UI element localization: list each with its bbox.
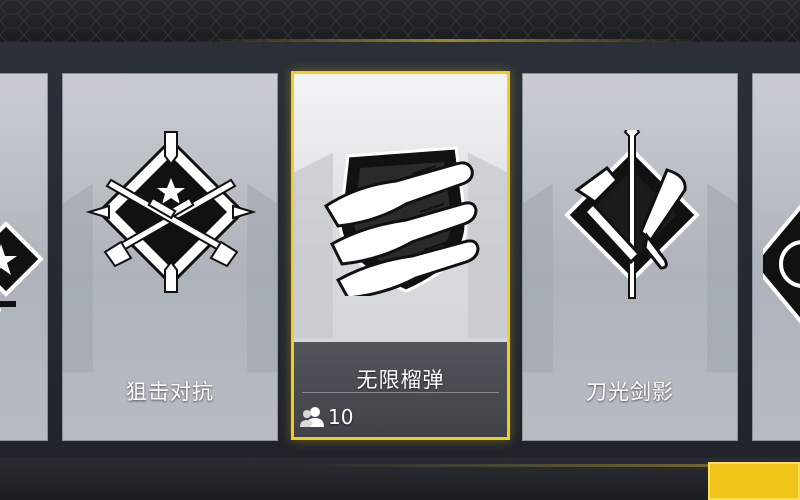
player-count: 10 — [300, 404, 353, 430]
mode-card[interactable] — [0, 73, 48, 441]
blades-emblem-icon — [564, 130, 700, 299]
partial-emblem-icon — [763, 204, 800, 324]
players-icon — [300, 407, 324, 427]
bottom-bar — [0, 458, 800, 500]
crossed-sniper-rifles-emblem-icon — [85, 131, 257, 293]
mode-card-sniper[interactable]: 狙击对抗 — [62, 73, 278, 441]
mode-title: 狙击对抗 — [126, 380, 214, 404]
confirm-button-corner[interactable] — [708, 462, 800, 500]
player-count-value: 10 — [328, 405, 354, 429]
grenade-launchers-emblem-icon — [323, 146, 480, 296]
hex-pattern — [0, 0, 800, 42]
divider — [302, 392, 499, 393]
mode-title: 刀光剑影 — [586, 380, 674, 404]
mode-title: 无限榴弹 — [356, 368, 445, 392]
star-rifle-emblem-icon — [0, 221, 44, 312]
mode-card-blades[interactable]: 刀光剑影 — [522, 73, 738, 441]
mode-card-selected[interactable]: 无限榴弹 10 — [291, 71, 510, 440]
mode-card[interactable] — [752, 73, 800, 441]
top-bar — [0, 0, 800, 42]
